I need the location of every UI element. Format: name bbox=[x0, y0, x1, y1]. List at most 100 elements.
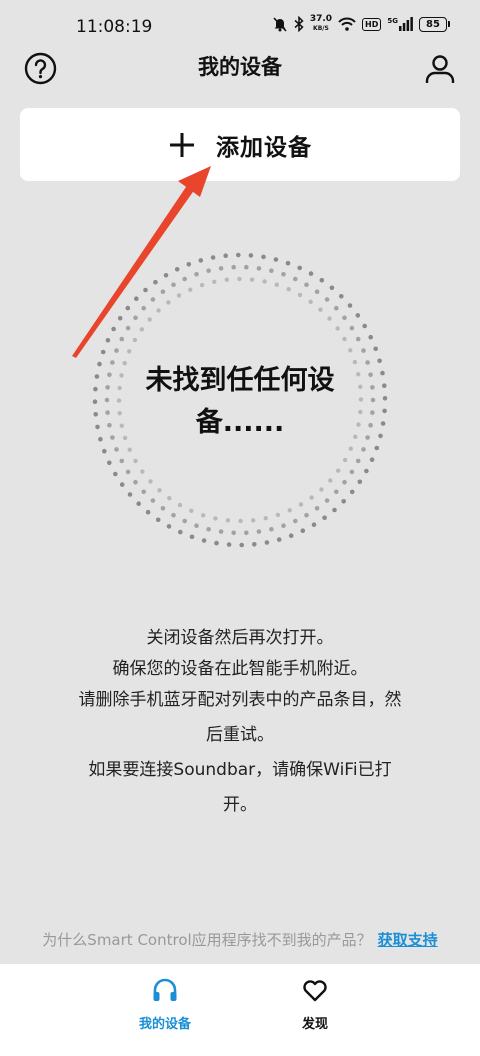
troubleshooting-tips: 关闭设备然后再次打开。 确保您的设备在此智能手机附近。 请删除手机蓝牙配对列表中… bbox=[40, 623, 440, 821]
scan-dot bbox=[125, 305, 131, 311]
scan-dot bbox=[92, 399, 98, 404]
scan-dot bbox=[237, 276, 242, 282]
scan-dot bbox=[378, 433, 383, 439]
scan-dot bbox=[206, 268, 211, 273]
scan-dot bbox=[119, 423, 124, 428]
scan-dot bbox=[107, 422, 112, 428]
scan-dot bbox=[370, 397, 376, 403]
scan-dot bbox=[309, 495, 314, 500]
scan-dot bbox=[116, 398, 122, 403]
scan-dot bbox=[194, 272, 199, 277]
scan-dot bbox=[188, 287, 193, 292]
scan-dot bbox=[358, 409, 363, 415]
add-device-button[interactable]: 添加设备 bbox=[20, 108, 460, 181]
scan-dot bbox=[382, 408, 387, 414]
scan-dot bbox=[322, 515, 327, 521]
scan-dot bbox=[332, 507, 337, 513]
scan-dot bbox=[244, 530, 249, 536]
scan-dot bbox=[256, 266, 262, 271]
scan-dot bbox=[264, 540, 270, 545]
scan-dot bbox=[127, 349, 132, 354]
scan-dot bbox=[334, 489, 339, 495]
scan-dot bbox=[119, 336, 125, 342]
scan-dot bbox=[314, 289, 320, 294]
scan-dot bbox=[314, 506, 320, 511]
scan-dot bbox=[370, 385, 375, 390]
scan-dot bbox=[368, 334, 374, 340]
tip-line: 后重试。 bbox=[206, 725, 274, 745]
scan-dot bbox=[328, 478, 333, 483]
scan-dot bbox=[157, 488, 162, 493]
scan-dot bbox=[342, 315, 347, 321]
scan-dot bbox=[248, 253, 254, 258]
scan-dot bbox=[308, 271, 314, 276]
scan-dot bbox=[201, 538, 207, 543]
scan-dot bbox=[117, 385, 122, 391]
scan-dot bbox=[95, 424, 100, 430]
plus-icon bbox=[170, 132, 194, 157]
get-support-link[interactable]: 获取支持 bbox=[378, 931, 438, 949]
network-speed-unit: KB/S bbox=[313, 25, 329, 32]
scan-dot bbox=[262, 279, 267, 284]
scan-dot bbox=[199, 282, 205, 288]
scan-dot bbox=[223, 253, 228, 258]
scan-dot bbox=[244, 264, 249, 270]
scan-dot bbox=[293, 276, 298, 282]
scan-dot bbox=[125, 469, 131, 475]
status-time: 11:08:19 bbox=[76, 17, 153, 37]
scan-dot bbox=[176, 293, 182, 298]
tab-discover[interactable]: 发现 bbox=[255, 976, 375, 1032]
scan-dot bbox=[105, 385, 110, 390]
wifi-icon bbox=[338, 17, 356, 31]
scan-dot bbox=[114, 447, 119, 452]
scan-dot bbox=[139, 327, 144, 332]
scan-dot bbox=[127, 492, 133, 497]
scan-dot bbox=[93, 386, 98, 392]
scan-dot bbox=[94, 374, 100, 379]
scan-dot bbox=[365, 360, 370, 365]
scan-dot bbox=[304, 282, 309, 288]
scan-dot bbox=[186, 262, 192, 267]
bottom-tab-bar: 我的设备 发现 bbox=[0, 964, 480, 1056]
scan-dot bbox=[189, 508, 194, 513]
scan-dot bbox=[319, 277, 325, 283]
scan-dot bbox=[105, 338, 111, 343]
scan-dot bbox=[224, 277, 229, 282]
tab-my-devices-label: 我的设备 bbox=[138, 1017, 191, 1032]
scan-dot bbox=[239, 542, 244, 548]
scan-dot bbox=[285, 260, 291, 266]
user-profile-icon[interactable] bbox=[424, 53, 456, 85]
tab-my-devices[interactable]: 我的设备 bbox=[105, 976, 225, 1032]
scan-dot bbox=[273, 257, 279, 262]
scan-dot bbox=[361, 348, 366, 353]
scan-dot bbox=[114, 348, 119, 353]
scan-dot bbox=[150, 498, 156, 503]
scan-dot bbox=[125, 325, 131, 331]
scan-dot bbox=[252, 542, 257, 547]
scan-dot bbox=[324, 297, 330, 302]
scan-dot bbox=[155, 517, 161, 523]
scan-dot bbox=[132, 337, 138, 343]
scan-dot bbox=[355, 313, 361, 318]
signal-icon bbox=[399, 17, 413, 31]
scan-dot bbox=[256, 529, 262, 534]
scan-dot bbox=[145, 509, 151, 515]
scan-dot bbox=[380, 421, 386, 426]
scan-dot bbox=[110, 360, 115, 365]
scan-dot bbox=[166, 524, 172, 529]
scan-dot bbox=[368, 422, 373, 428]
tip-line: 请删除手机蓝牙配对列表中的产品条目，然 bbox=[78, 690, 402, 710]
scan-dot bbox=[336, 468, 341, 473]
scan-dot bbox=[119, 482, 125, 487]
scan-dot bbox=[178, 529, 183, 535]
scan-dot bbox=[355, 336, 361, 342]
scan-dot bbox=[358, 397, 364, 402]
scan-dot bbox=[107, 460, 112, 466]
scan-dot bbox=[293, 518, 298, 524]
scan-dot bbox=[281, 523, 286, 528]
scan-dot bbox=[269, 527, 274, 532]
scan-dot bbox=[269, 268, 274, 273]
scan-dot bbox=[287, 508, 292, 513]
scan-dot bbox=[355, 458, 361, 464]
scan-dot bbox=[377, 358, 382, 364]
